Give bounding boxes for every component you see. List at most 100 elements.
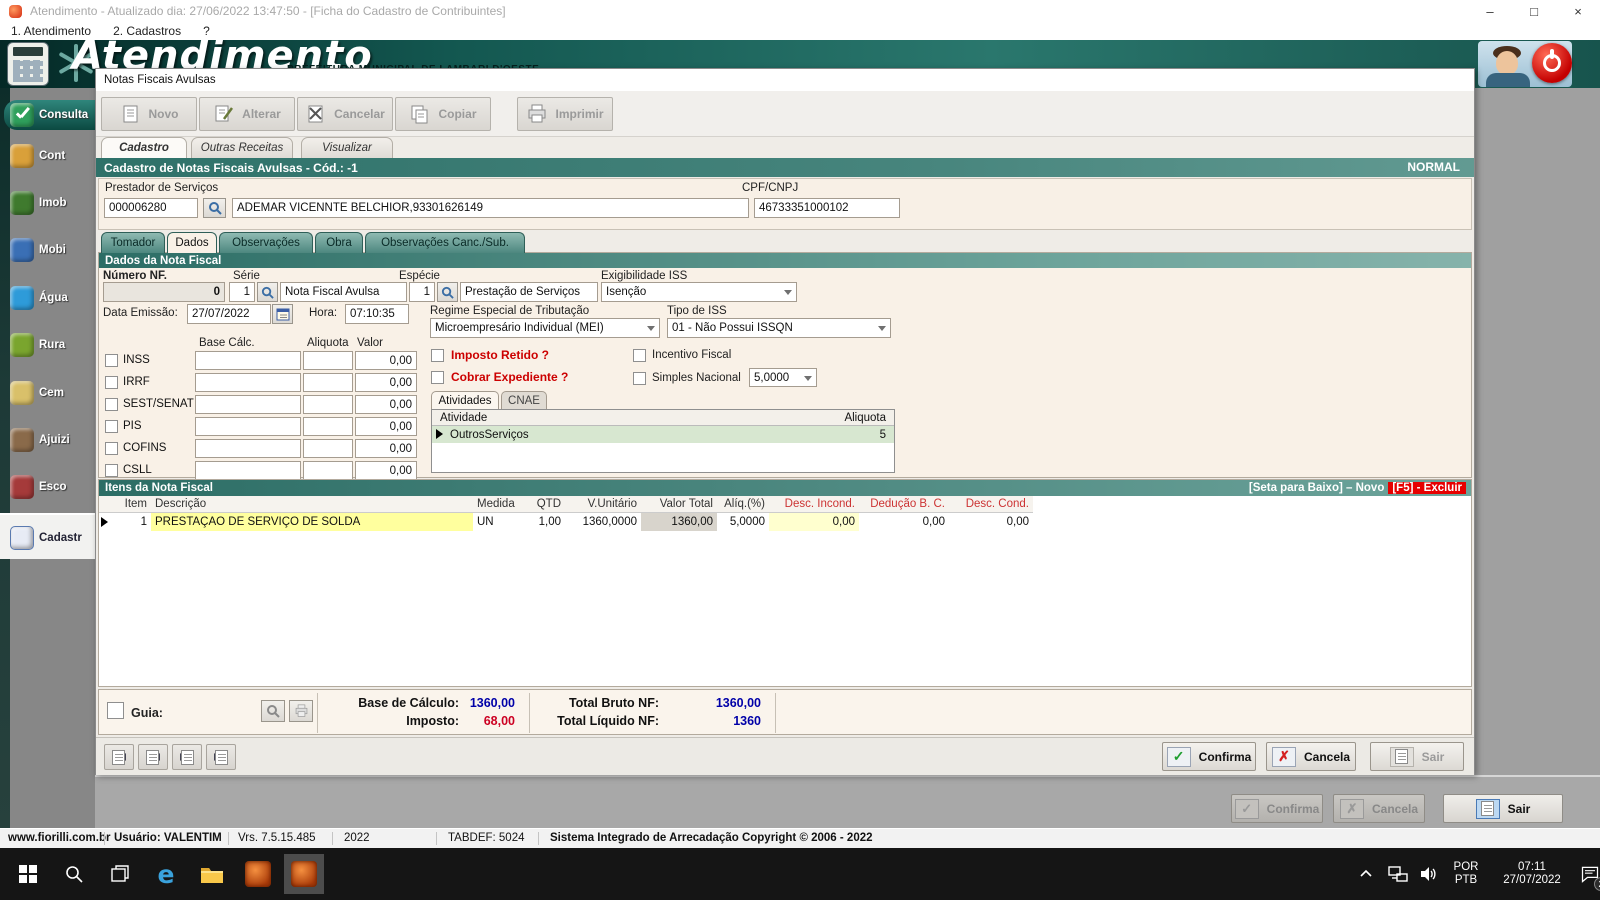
cofins-checkbox[interactable]	[105, 442, 118, 455]
pis-base-input[interactable]	[195, 417, 301, 436]
inss-valor-input[interactable]: 0,00	[355, 351, 417, 370]
sidebar-item-consulta[interactable]: Consulta	[4, 100, 95, 130]
nav-first-button[interactable]	[104, 744, 134, 770]
tipo-iss-select[interactable]: 01 - Não Possui ISSQN	[667, 318, 891, 338]
atividade-row[interactable]: OutrosServiços 5	[432, 426, 894, 443]
guia-print-button[interactable]	[289, 700, 313, 722]
guia-search-button[interactable]	[261, 700, 285, 722]
calendar-button[interactable]	[272, 304, 293, 324]
sest-senat-checkbox[interactable]	[105, 398, 118, 411]
copiar-button[interactable]: Copiar	[395, 97, 491, 131]
csll-aliquota-input[interactable]	[303, 461, 353, 480]
sest-base-input[interactable]	[195, 395, 301, 414]
sest-aliquota-input[interactable]	[303, 395, 353, 414]
exigibilidade-select[interactable]: Isenção	[601, 282, 797, 302]
sest-valor-input[interactable]: 0,00	[355, 395, 417, 414]
data-emissao-input[interactable]: 27/07/2022	[187, 304, 271, 324]
tab-visualizar[interactable]: Visualizar	[301, 137, 393, 158]
prestador-code-input[interactable]: 000006280	[104, 198, 198, 218]
pis-aliquota-input[interactable]	[303, 417, 353, 436]
confirma-button[interactable]: ✓ Confirma	[1162, 742, 1256, 771]
menu-help[interactable]: ?	[192, 24, 221, 38]
pis-checkbox[interactable]	[105, 420, 118, 433]
simples-nacional-checkbox[interactable]	[633, 372, 646, 385]
inss-checkbox[interactable]	[105, 354, 118, 367]
inss-base-input[interactable]	[195, 351, 301, 370]
especie-input[interactable]: 1	[409, 282, 435, 302]
prestador-search-button[interactable]	[203, 198, 226, 218]
maximize-icon[interactable]: □	[1512, 0, 1556, 22]
tab-observacoes-canc[interactable]: Observações Canc./Sub.	[365, 232, 525, 253]
cpf-cnpj-input[interactable]: 46733351000102	[754, 198, 900, 218]
nav-next-button[interactable]	[172, 744, 202, 770]
network-icon[interactable]	[1384, 860, 1412, 888]
nav-last-button[interactable]	[206, 744, 236, 770]
pis-valor-input[interactable]: 0,00	[355, 417, 417, 436]
tab-observacoes[interactable]: Observações	[219, 232, 313, 253]
taskbar-chevron-up-icon[interactable]	[1352, 860, 1380, 888]
especie-search-button[interactable]	[437, 282, 458, 302]
sidebar-item-ajuizamento[interactable]: Ajuizi	[10, 425, 95, 455]
notification-center-button[interactable]: 2	[1576, 860, 1600, 891]
tab-cadastro[interactable]: Cadastro	[101, 137, 187, 158]
cancela-button[interactable]: ✗ Cancela	[1266, 742, 1356, 771]
power-icon[interactable]	[1532, 43, 1572, 83]
tab-cnae[interactable]: CNAE	[501, 391, 547, 409]
file-explorer-icon[interactable]	[198, 860, 226, 888]
tab-dados[interactable]: Dados	[167, 232, 217, 253]
csll-checkbox[interactable]	[105, 464, 118, 477]
cofins-base-input[interactable]	[195, 439, 301, 458]
cobrar-expediente-checkbox[interactable]	[431, 371, 444, 384]
minimize-icon[interactable]: –	[1468, 0, 1512, 22]
regime-select[interactable]: Microempresário Individual (MEI)	[430, 318, 660, 338]
menu-cadastros[interactable]: 2. Cadastros	[102, 24, 192, 38]
inss-aliquota-input[interactable]	[303, 351, 353, 370]
item-row[interactable]: 1 PRESTAÇAO DE SERVIÇO DE SOLDA UN 1,00 …	[99, 513, 1033, 531]
tab-outras-receitas[interactable]: Outras Receitas	[191, 137, 293, 158]
hora-input[interactable]: 07:10:35	[345, 304, 409, 324]
clock[interactable]: 07:11 27/07/2022	[1492, 861, 1572, 887]
taskbar-search-button[interactable]	[60, 860, 88, 888]
imprimir-button[interactable]: Imprimir	[517, 97, 613, 131]
fiorilli-app-icon-active[interactable]	[290, 860, 318, 888]
sair-button[interactable]: Sair	[1370, 742, 1464, 771]
language-indicator[interactable]: POR PTB	[1448, 861, 1484, 887]
tab-atividades[interactable]: Atividades	[431, 391, 499, 409]
sidebar-item-cadastro[interactable]: Cadastr	[10, 523, 95, 553]
especie-desc-input[interactable]: Prestação de Serviços	[460, 282, 598, 302]
nav-previous-button[interactable]	[138, 744, 168, 770]
guia-checkbox[interactable]	[107, 702, 124, 719]
cofins-aliquota-input[interactable]	[303, 439, 353, 458]
outer-confirma-button[interactable]: ✓ Confirma	[1231, 794, 1323, 823]
prestador-name-input[interactable]: ADEMAR VICENNTE BELCHIOR,93301626149	[232, 198, 749, 218]
outer-cancela-button[interactable]: ✗ Cancela	[1333, 794, 1425, 823]
simples-aliquota-select[interactable]: 5,0000	[749, 368, 817, 387]
outer-sair-button[interactable]: Sair	[1443, 794, 1563, 823]
cofins-valor-input[interactable]: 0,00	[355, 439, 417, 458]
sidebar-item-imobiliario[interactable]: Imob	[10, 188, 95, 218]
cancelar-button[interactable]: Cancelar	[297, 97, 393, 131]
sidebar-item-contribuintes[interactable]: Cont	[10, 141, 95, 171]
serie-input[interactable]: 1	[229, 282, 255, 302]
sidebar-item-rural[interactable]: Rura	[10, 330, 95, 360]
tab-tomador[interactable]: Tomador	[101, 232, 165, 253]
imposto-retido-checkbox[interactable]	[431, 349, 444, 362]
sidebar-item-cemiterio[interactable]: Cem	[10, 378, 95, 408]
numero-nf-input[interactable]: 0	[103, 282, 225, 302]
menu-atendimento[interactable]: 1. Atendimento	[0, 24, 102, 38]
serie-search-button[interactable]	[257, 282, 278, 302]
task-view-button[interactable]	[106, 860, 134, 888]
tab-obra[interactable]: Obra	[315, 232, 363, 253]
serie-desc-input[interactable]: Nota Fiscal Avulsa	[280, 282, 407, 302]
volume-icon[interactable]	[1414, 860, 1442, 888]
start-button[interactable]	[14, 860, 42, 888]
sidebar-item-escola[interactable]: Esco	[10, 472, 95, 502]
irrf-checkbox[interactable]	[105, 376, 118, 389]
csll-valor-input[interactable]: 0,00	[355, 461, 417, 480]
incentivo-fiscal-checkbox[interactable]	[633, 349, 646, 362]
fiorilli-app-icon[interactable]	[244, 860, 272, 888]
irrf-valor-input[interactable]: 0,00	[355, 373, 417, 392]
close-icon[interactable]: ×	[1556, 0, 1600, 22]
irrf-aliquota-input[interactable]	[303, 373, 353, 392]
irrf-base-input[interactable]	[195, 373, 301, 392]
